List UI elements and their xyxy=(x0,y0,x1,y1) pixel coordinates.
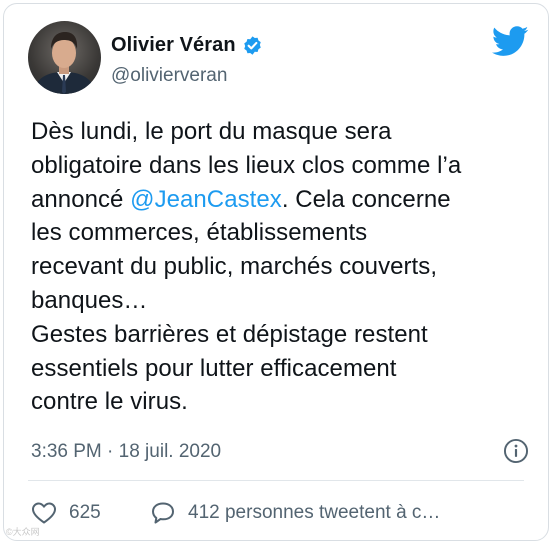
like-count: 625 xyxy=(69,502,101,523)
mention-link[interactable]: @JeanCastex xyxy=(130,186,282,213)
like-action[interactable]: 625 xyxy=(31,501,101,525)
divider xyxy=(28,480,524,481)
tweet-card: Olivier Véran @olivierveran Dès lundi, l… xyxy=(3,3,549,541)
heart-icon xyxy=(32,502,56,524)
verified-badge-icon xyxy=(243,36,261,55)
info-icon[interactable] xyxy=(503,438,529,464)
tweet-text: Dès lundi, le port du masque sera obliga… xyxy=(31,115,536,419)
tweet-timestamp[interactable]: 3:36 PM · 18 juil. 2020 xyxy=(31,441,221,463)
retweet-people-text: 412 personnes tweetent à c… xyxy=(188,502,441,523)
avatar-portrait xyxy=(32,32,97,94)
author-handle[interactable]: @olivierveran xyxy=(111,65,227,87)
author-name[interactable]: Olivier Véran xyxy=(111,34,236,57)
tweet-text-part-2: . Cela concerne les commerces, établisse… xyxy=(31,185,451,416)
author-name-row: Olivier Véran xyxy=(111,34,263,57)
retweet-people-action[interactable]: 412 personnes tweetent à c… xyxy=(150,501,440,525)
speech-bubble-icon xyxy=(152,502,174,524)
twitter-bird-icon[interactable] xyxy=(492,26,529,57)
avatar[interactable] xyxy=(28,21,101,94)
watermark: ©大众网 xyxy=(6,527,40,537)
